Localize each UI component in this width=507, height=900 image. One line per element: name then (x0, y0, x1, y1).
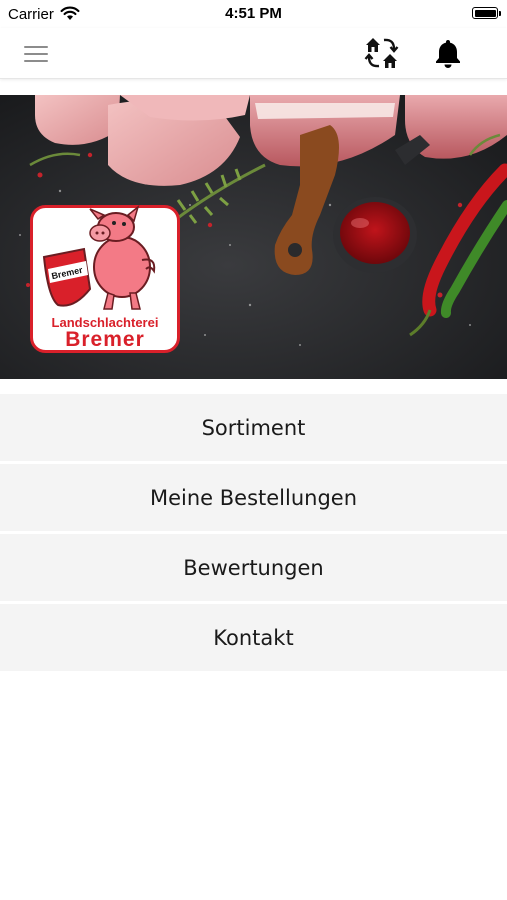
switch-store-icon[interactable] (363, 34, 401, 72)
battery-icon (472, 7, 501, 19)
menu-item-kontakt[interactable]: Kontakt (0, 604, 507, 671)
status-time: 4:51 PM (225, 5, 282, 22)
main-menu: Sortiment Meine Bestellungen Bewertungen… (0, 394, 507, 674)
brand-logo: Bremer Landschlachterei Bremer (30, 205, 180, 353)
menu-item-bewertungen[interactable]: Bewertungen (0, 534, 507, 601)
menu-item-sortiment[interactable]: Sortiment (0, 394, 507, 461)
hamburger-menu-icon[interactable] (24, 44, 50, 64)
bell-icon[interactable] (432, 37, 464, 69)
hero-banner: Bremer Landschlachterei Bremer (0, 95, 507, 379)
nav-bar (0, 28, 507, 79)
logo-line-2: Bremer (65, 328, 145, 351)
menu-item-meine-bestellungen[interactable]: Meine Bestellungen (0, 464, 507, 531)
status-bar: Carrier 4:51 PM (0, 0, 507, 28)
